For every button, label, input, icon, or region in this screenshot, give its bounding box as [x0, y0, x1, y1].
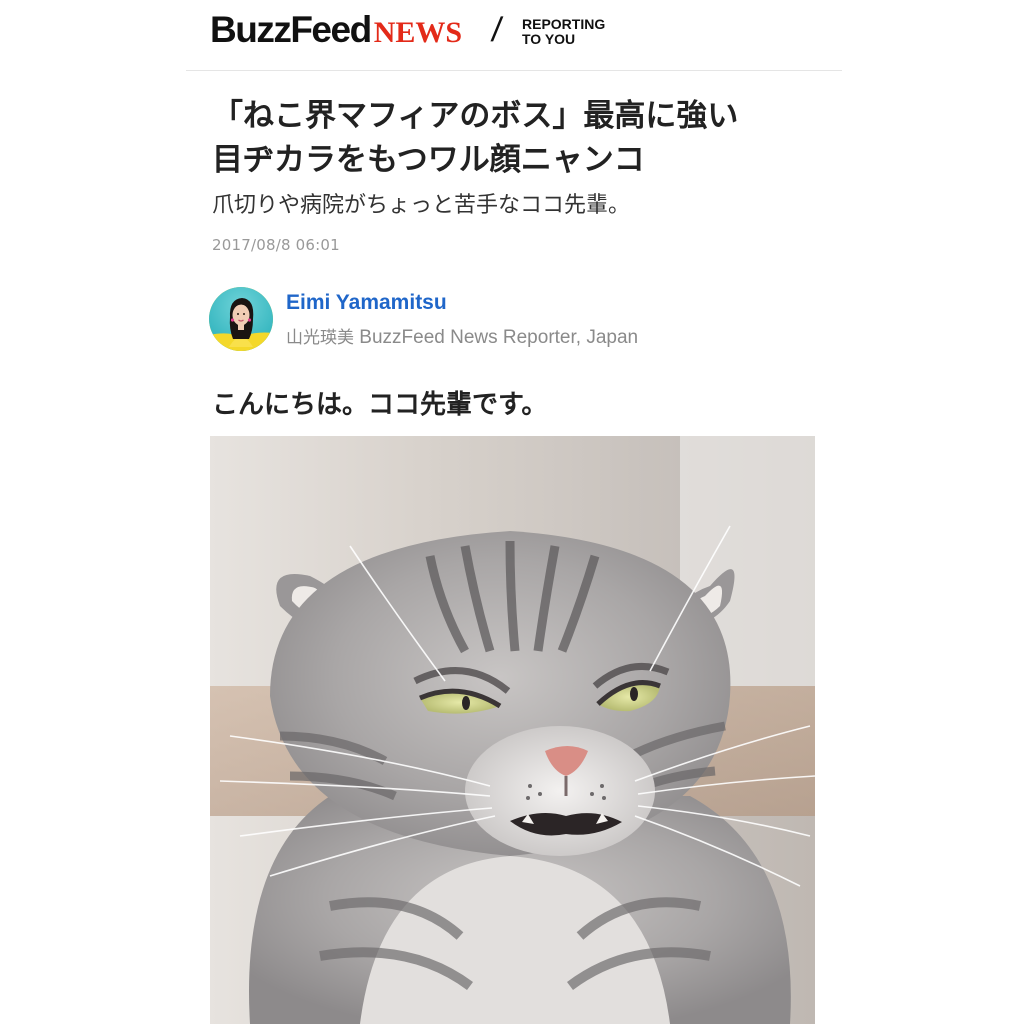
article-subtitle: 爪切りや病院がちょっと苦手なココ先輩。	[212, 193, 631, 218]
site-header: BuzzFeed NEWS / REPORTING TO YOU	[186, 0, 842, 71]
article-page: BuzzFeed NEWS / REPORTING TO YOU 「ねこ界マフィア…	[0, 0, 1024, 1024]
author-title: BuzzFeed News Reporter, Japan	[359, 327, 639, 348]
headline-line-1: 「ねこ界マフィアのボス」最高に強い	[212, 98, 739, 134]
publish-timestamp: 2017/08/8 06:01	[212, 236, 340, 254]
header-divider: /	[489, 11, 505, 49]
author-name-link[interactable]: Eimi Yamamitsu	[286, 291, 447, 315]
cat-photo	[210, 436, 815, 1024]
header-tagline: REPORTING TO YOU	[522, 17, 605, 47]
article-lead-text: こんにちは。ココ先輩です。	[212, 390, 548, 420]
tagline-line-1: REPORTING	[522, 16, 606, 32]
logo-news: NEWS	[373, 16, 463, 49]
author-role: 山光瑛美 BuzzFeed News Reporter, Japan	[286, 323, 638, 349]
author-avatar[interactable]	[209, 287, 273, 351]
author-name-japanese: 山光瑛美	[286, 328, 354, 348]
author-portrait-icon	[209, 287, 273, 351]
headline-line-2: 目ヂカラをもつワル顔ニャンコ	[212, 142, 645, 178]
article-headline: 「ねこ界マフィアのボス」最高に強い 目ヂカラをもつワル顔ニャンコ	[212, 94, 822, 182]
buzzfeed-news-logo[interactable]: BuzzFeed NEWS	[210, 10, 462, 53]
grumpy-cat-image	[210, 436, 815, 1024]
logo-buzzfeed: BuzzFeed	[210, 9, 372, 50]
tagline-line-2: TO YOU	[522, 31, 576, 47]
